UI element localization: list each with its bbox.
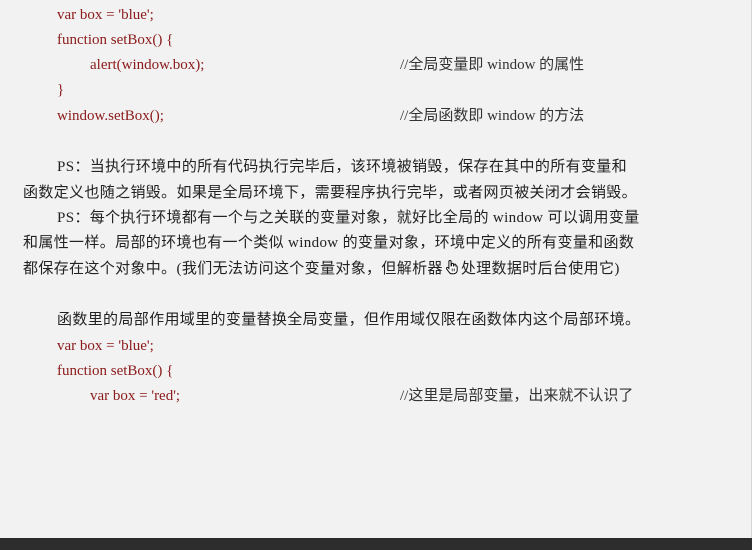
code-line: function setBox() { [57, 32, 174, 48]
code-line: alert(window.box); [90, 57, 205, 73]
paragraph-line: 函数里的局部作用域里的变量替换全局变量，但作用域仅限在函数体内这个局部环境。 [57, 312, 641, 328]
code-comment: //全局变量即 window 的属性 [400, 57, 585, 73]
code-comment: //全局函数即 window 的方法 [400, 108, 585, 124]
bottom-bar [0, 538, 752, 550]
paragraph-line: PS：当执行环境中的所有代码执行完毕后，该环境被销毁，保存在其中的所有变量和 [57, 159, 627, 175]
paragraph-line: 函数定义也随之销毁。如果是全局环境下，需要程序执行完毕，或者网页被关闭才会销毁。 [23, 185, 638, 201]
paragraph-line: 都保存在这个对象中。(我们无法访问这个变量对象，但解析器 处理数据时后台使用它) [23, 259, 620, 279]
hand-cursor-icon [444, 259, 460, 275]
code-comment: //这里是局部变量，出来就不认识了 [400, 388, 634, 404]
paragraph-line: PS：每个执行环境都有一个与之关联的变量对象，就好比全局的 window 可以调… [57, 210, 640, 226]
code-line: function setBox() { [57, 363, 174, 379]
code-line: var box = 'red'; [90, 388, 181, 404]
code-line: } [57, 82, 65, 98]
code-line: var box = 'blue'; [57, 338, 154, 354]
paragraph-line: 和属性一样。局部的环境也有一个类似 window 的变量对象，环境中定义的所有变… [23, 235, 635, 251]
code-line: window.setBox(); [57, 108, 164, 124]
paragraph-text: 都保存在这个对象中。(我们无法访问这个变量对象，但解析器 [23, 261, 443, 277]
code-line: var box = 'blue'; [57, 7, 154, 23]
document-page: var box = 'blue'; function setBox() { al… [0, 0, 752, 538]
paragraph-text: 处理数据时后台使用它) [460, 261, 620, 277]
